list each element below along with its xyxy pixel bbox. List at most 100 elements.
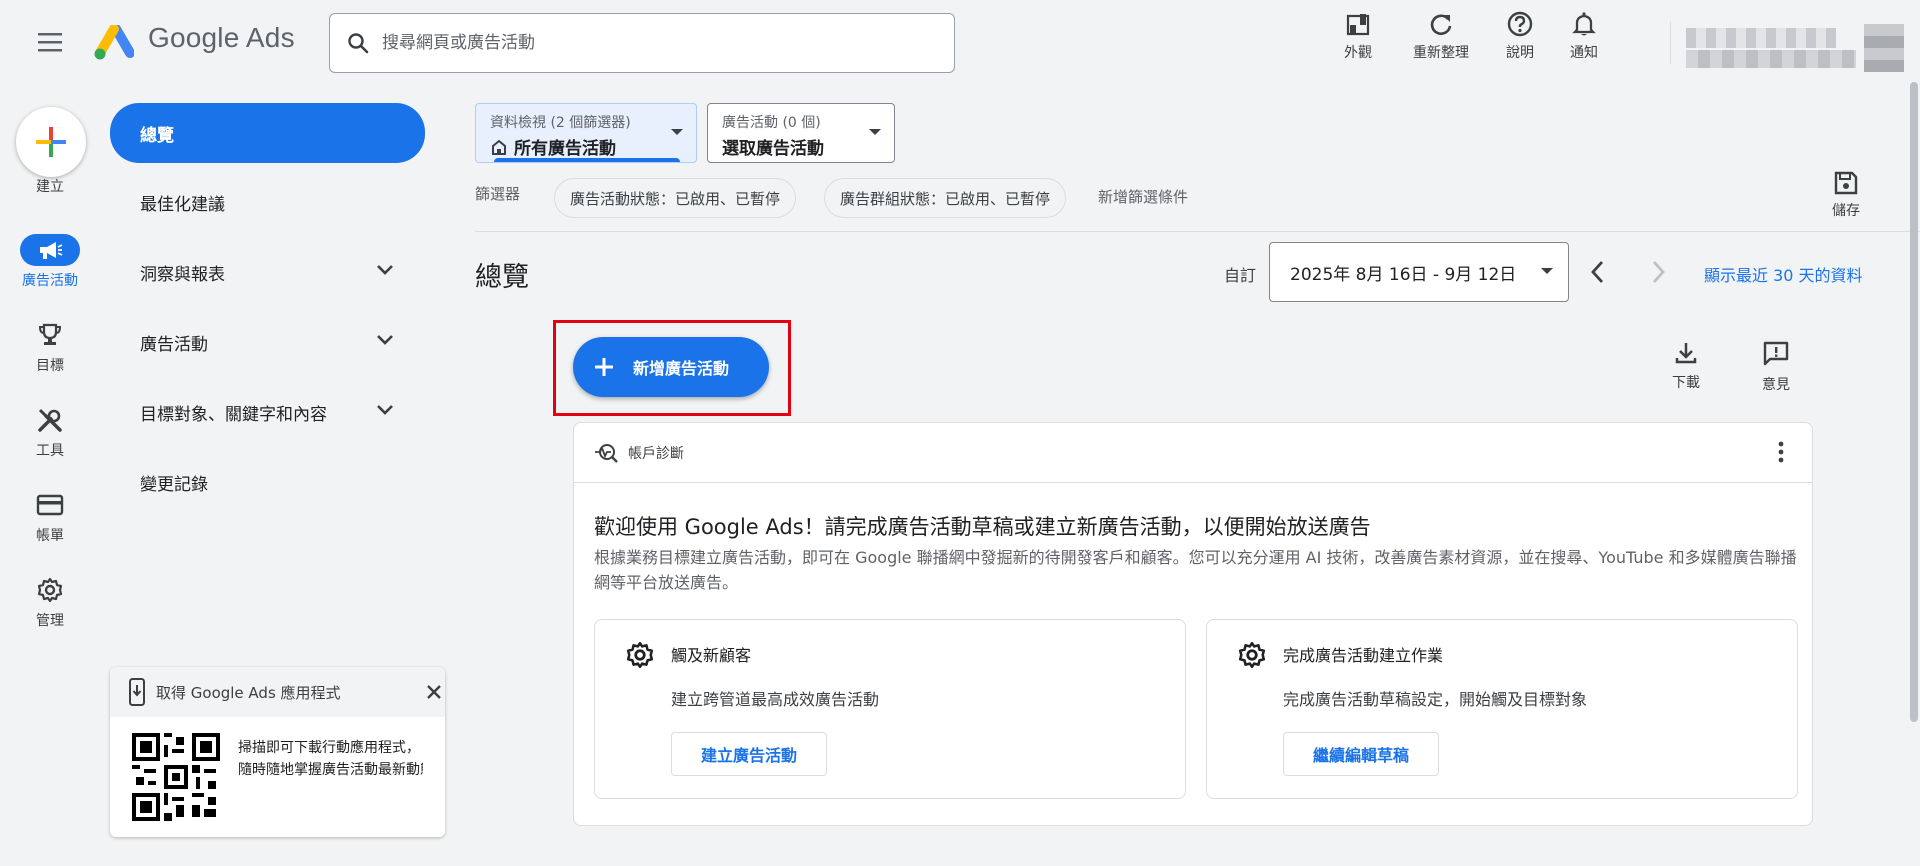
plus-icon: [593, 356, 615, 378]
dropdown-arrow-icon: [868, 128, 882, 136]
header-divider: [1670, 22, 1671, 64]
show-last-30-days-link[interactable]: 顯示最近 30 天的資料: [1704, 262, 1863, 286]
add-filter-link[interactable]: 新增篩選條件: [1098, 186, 1188, 207]
rail-item-campaigns[interactable]: 廣告活動: [0, 234, 100, 290]
nav-label-change-history: 變更記錄: [140, 474, 208, 495]
save-button[interactable]: 儲存: [1832, 170, 1860, 220]
date-mode-label: 自訂: [1224, 266, 1257, 285]
account-switcher[interactable]: [1686, 24, 1904, 72]
chevron-down-icon: [375, 263, 395, 277]
search-input[interactable]: [382, 33, 922, 53]
data-view-value: 所有廣告活動: [514, 139, 616, 159]
rail-label-admin: 管理: [36, 613, 64, 629]
notifications-label: 通知: [1570, 45, 1598, 61]
download-label: 下載: [1672, 375, 1700, 391]
rail-label-tools: 工具: [36, 443, 64, 459]
continue-editing-draft-button[interactable]: 繼續編輯草稿: [1283, 732, 1440, 776]
nav-label-campaigns: 廣告活動: [140, 334, 208, 355]
card-header-label: 帳戶診斷: [628, 445, 684, 462]
data-view-dropdown[interactable]: 資料檢視 (2 個篩選器) 所有廣告活動: [475, 103, 697, 163]
trophy-icon: [20, 319, 80, 351]
subcard-reach-new-customers: 觸及新顧客 建立跨管道最高成效廣告活動 建立廣告活動: [594, 619, 1186, 799]
app-promo-title: 取得 Google Ads 應用程式: [156, 683, 341, 702]
account-info-blurred: [1686, 28, 1856, 68]
chevron-down-icon: [375, 403, 395, 417]
new-campaign-label: 新增廣告活動: [633, 359, 730, 378]
rail-label-goals: 目標: [36, 358, 64, 374]
notifications-button[interactable]: 通知: [1548, 10, 1620, 62]
chevron-down-icon: [375, 333, 395, 347]
app-promo-line-1: 掃描即可下載行動應用程式，: [238, 740, 420, 756]
create-label: 建立: [36, 179, 64, 195]
rail-item-billing[interactable]: 帳單: [0, 489, 100, 545]
search-box[interactable]: [329, 13, 955, 73]
search-icon: [346, 31, 370, 55]
download-button[interactable]: 下載: [1672, 340, 1700, 392]
diagnostics-icon: [594, 442, 618, 464]
feedback-label: 意見: [1762, 377, 1790, 393]
nav-label-insights-reports: 洞察與報表: [140, 264, 225, 285]
divider: [475, 231, 1920, 232]
qr-code-icon: [132, 733, 220, 821]
help-button[interactable]: 說明: [1484, 10, 1556, 62]
refresh-label: 重新整理: [1413, 45, 1469, 61]
date-range-value: 2025年 8月 16日 - 9月 12日: [1290, 264, 1517, 285]
next-period-button[interactable]: [1647, 257, 1669, 287]
subcard-title: 完成廣告活動建立作業: [1283, 646, 1444, 665]
create-button[interactable]: [16, 107, 86, 177]
main-menu-icon[interactable]: [32, 30, 68, 56]
appearance-icon: [1344, 10, 1372, 42]
chevron-left-icon: [1587, 257, 1609, 287]
subcard-finish-campaign-setup: 完成廣告活動建立作業 完成廣告活動草稿設定，開始觸及目標對象 繼續編輯草稿: [1206, 619, 1798, 799]
dropdown-arrow-icon: [670, 128, 684, 136]
credit-card-icon: [20, 489, 80, 521]
help-icon: [1506, 10, 1534, 42]
help-label: 說明: [1506, 45, 1534, 61]
rail-item-tools[interactable]: 工具: [0, 404, 100, 460]
feedback-icon: [1762, 340, 1790, 368]
filter-chip-campaign-status[interactable]: 廣告活動狀態：已啟用、已暫停: [554, 178, 797, 218]
close-icon[interactable]: [423, 681, 445, 703]
app-promo-card: 取得 Google Ads 應用程式 掃描即可下載行動應用程式， 隨時隨地掌握廣…: [110, 667, 445, 837]
previous-period-button[interactable]: [1587, 257, 1609, 287]
save-label: 儲存: [1832, 203, 1860, 219]
new-campaign-button[interactable]: 新增廣告活動: [573, 337, 769, 397]
feedback-button[interactable]: 意見: [1762, 340, 1790, 394]
phone-download-icon: [128, 678, 146, 706]
rail-item-admin[interactable]: 管理: [0, 574, 100, 630]
nav-item-overview[interactable]: 總覽: [110, 103, 425, 163]
campaign-selector-caption: 廣告活動 (0 個): [722, 115, 821, 131]
subcard-title: 觸及新顧客: [671, 646, 752, 665]
appearance-label: 外觀: [1344, 45, 1372, 61]
nav-item-change-history[interactable]: 變更記錄: [110, 453, 425, 511]
page-scrollbar[interactable]: [1910, 82, 1918, 722]
nav-item-recommendations[interactable]: 最佳化建議: [110, 173, 425, 231]
account-diagnostics-card: 帳戶診斷 歡迎使用 Google Ads！請完成廣告活動草稿或建立新廣告活動，以…: [573, 422, 1813, 826]
plus-icon: [34, 125, 68, 159]
nav-item-audiences-keywords-content[interactable]: 目標對象、關鍵字和內容: [110, 383, 425, 441]
create-campaign-button[interactable]: 建立廣告活動: [671, 732, 828, 776]
rail-label-billing: 帳單: [36, 528, 64, 544]
app-name: Google Ads: [148, 22, 295, 53]
filter-label: 篩選器: [475, 185, 521, 203]
campaign-selector-value: 選取廣告活動: [722, 139, 824, 159]
refresh-button[interactable]: 重新整理: [1404, 10, 1478, 62]
app-promo-line-2: 隨時隨地掌握廣告活動最新動態: [238, 762, 423, 778]
rail-item-goals[interactable]: 目標: [0, 319, 100, 375]
google-ads-logo-icon: [94, 25, 134, 61]
nav-item-campaigns[interactable]: 廣告活動: [110, 313, 425, 371]
date-range-dropdown[interactable]: 2025年 8月 16日 - 9月 12日: [1269, 242, 1569, 302]
settings-spark-icon: [1237, 640, 1267, 670]
appearance-button[interactable]: 外觀: [1322, 10, 1394, 62]
filter-chip-adgroup-status[interactable]: 廣告群組狀態：已啟用、已暫停: [824, 178, 1067, 218]
nav-label-audiences-keywords-content: 目標對象、關鍵字和內容: [140, 404, 327, 425]
rail-label-campaigns: 廣告活動: [22, 273, 78, 289]
chip-label: 廣告活動狀態：已啟用、已暫停: [570, 189, 781, 208]
avatar[interactable]: [1864, 24, 1904, 72]
home-icon: [490, 138, 508, 156]
more-options-icon[interactable]: [1778, 441, 1784, 463]
nav-item-insights-reports[interactable]: 洞察與報表: [110, 243, 425, 301]
bell-icon: [1570, 10, 1598, 42]
campaign-selector-dropdown[interactable]: 廣告活動 (0 個) 選取廣告活動: [707, 103, 895, 163]
card-title: 歡迎使用 Google Ads！請完成廣告活動草稿或建立新廣告活動，以便開始放送…: [594, 515, 1371, 539]
